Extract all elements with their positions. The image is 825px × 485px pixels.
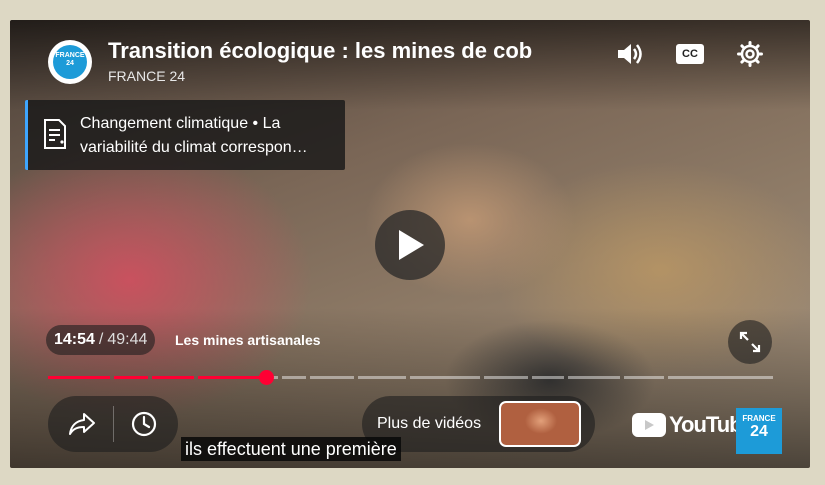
current-time: 14:54 [54, 331, 95, 348]
info-card-line-1: Changement climatique • La [80, 115, 281, 132]
progress-chapter-segment[interactable] [282, 376, 306, 379]
channel-name[interactable]: FRANCE 24 [108, 68, 185, 84]
video-title[interactable]: Transition écologique : les mines de cob [108, 38, 584, 68]
time-separator: / [98, 331, 104, 348]
progress-chapter-segment[interactable] [310, 376, 354, 379]
info-card[interactable]: Changement climatique • La variabilité d… [25, 100, 345, 170]
chapter-title[interactable]: Les mines artisanales [175, 332, 321, 348]
france24-watermark: FRANCE 24 [736, 408, 782, 454]
channel-avatar[interactable]: FRANCE 24 [48, 40, 92, 84]
brand-line-1: FRANCE [742, 414, 776, 423]
captions-button[interactable]: CC [672, 36, 708, 72]
progress-chapter-segment[interactable] [624, 376, 664, 379]
fullscreen-icon [739, 331, 761, 353]
progress-played-fill [48, 376, 110, 379]
progress-chapter-segment[interactable] [48, 376, 110, 379]
progress-chapter-segment[interactable] [668, 376, 773, 379]
share-arrow-icon [69, 413, 95, 435]
settings-button[interactable] [732, 36, 768, 72]
fullscreen-button[interactable] [728, 320, 772, 364]
volume-icon [618, 44, 642, 64]
progress-played-fill [152, 376, 194, 379]
progress-chapter-segment[interactable] [568, 376, 620, 379]
watch-later-button[interactable] [124, 404, 164, 444]
info-card-line-2: variabilité du climat correspon… [80, 139, 308, 156]
youtube-play-icon [632, 413, 666, 437]
progress-chapter-segment[interactable] [410, 376, 480, 379]
video-player[interactable]: FRANCE 24 Transition écologique : les mi… [10, 20, 810, 468]
scrubber-handle[interactable] [258, 370, 274, 385]
action-pill [48, 396, 178, 452]
progress-chapter-segment[interactable] [484, 376, 528, 379]
pill-divider [113, 406, 114, 442]
play-button[interactable] [375, 210, 445, 280]
progress-chapter-segment[interactable] [152, 376, 194, 379]
more-videos-label: Plus de vidéos [377, 415, 482, 432]
settings-gear-icon [737, 41, 763, 67]
progress-chapter-segment[interactable] [532, 376, 564, 379]
time-display: 14:54 / 49:44 [46, 325, 156, 355]
watch-later-clock-icon [131, 411, 157, 437]
progress-chapter-segment[interactable] [114, 376, 148, 379]
youtube-logo[interactable]: YouTube [632, 412, 754, 438]
duration: 49:44 [107, 331, 148, 348]
play-icon [399, 230, 424, 260]
brand-line-2: 24 [750, 423, 768, 440]
closed-captions-icon: CC [676, 44, 704, 64]
more-videos-thumbnail [499, 401, 581, 447]
subtitle-caption: ils effectuent une première [181, 437, 401, 461]
progress-bar[interactable] [48, 370, 773, 385]
volume-button[interactable] [612, 36, 648, 72]
document-icon [44, 119, 66, 149]
channel-avatar-text: FRANCE 24 [53, 45, 87, 79]
progress-chapter-segment[interactable] [358, 376, 406, 379]
progress-played-fill [114, 376, 148, 379]
progress-played-fill [198, 376, 266, 379]
share-button[interactable] [62, 404, 102, 444]
